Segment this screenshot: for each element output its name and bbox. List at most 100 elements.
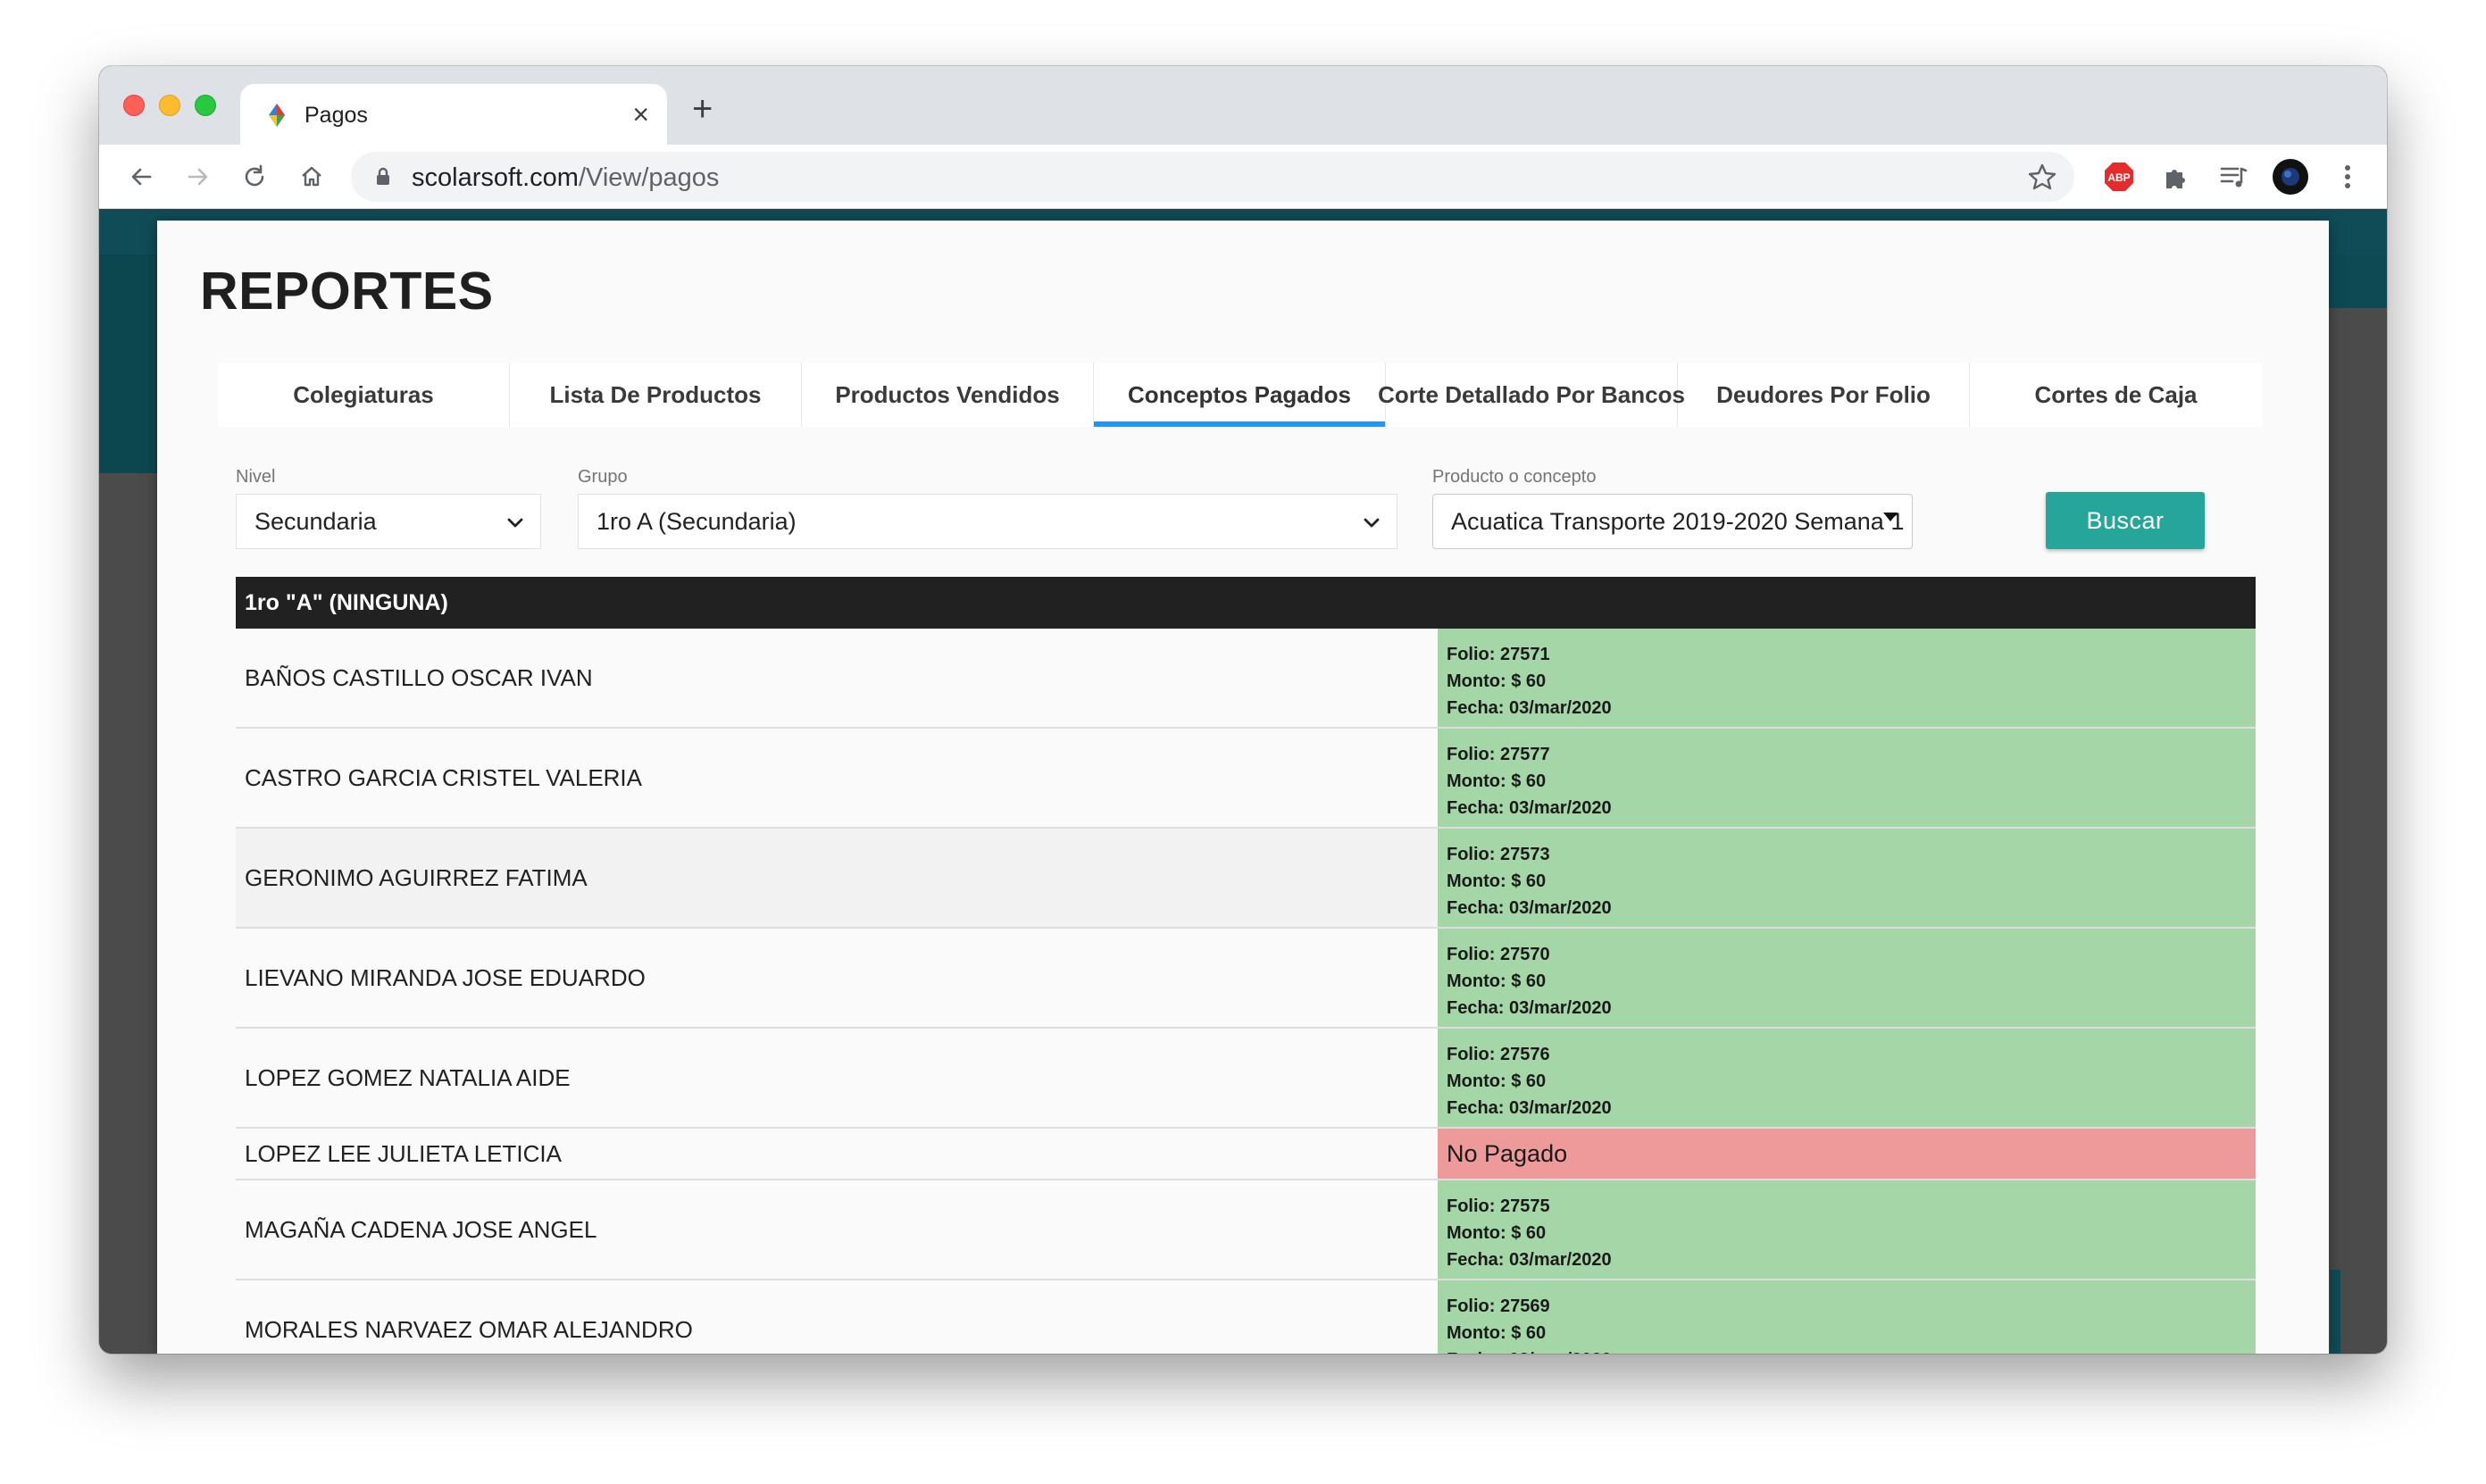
tab-conceptos-pagados[interactable]: Conceptos Pagados	[1094, 363, 1386, 427]
reload-icon[interactable]	[235, 157, 274, 196]
student-name: CASTRO GARCIA CRISTEL VALERIA	[236, 729, 1438, 827]
browser-tab-pagos[interactable]: Pagos ×	[240, 84, 667, 145]
table-row: LOPEZ GOMEZ NATALIA AIDE Folio: 27576 Mo…	[236, 1029, 2256, 1129]
payments-table: 1ro "A" (NINGUNA) BAÑOS CASTILLO OSCAR I…	[236, 577, 2256, 1354]
monto-text: Monto: $ 60	[1447, 671, 1547, 691]
fecha-text: Fecha: 03/mar/2020	[1447, 798, 1612, 818]
address-bar[interactable]: scolarsoft.com/View/pagos	[351, 152, 2074, 202]
monto-text: Monto: $ 60	[1447, 1071, 1547, 1091]
payment-cell: Folio: 27577 Monto: $ 60 Fecha: 03/mar/2…	[1438, 729, 2256, 827]
table-row: CASTRO GARCIA CRISTEL VALERIA Folio: 275…	[236, 729, 2256, 829]
chevron-down-icon	[1364, 518, 1380, 528]
nivel-select[interactable]: Secundaria	[236, 494, 541, 549]
modal-title: REPORTES	[200, 262, 494, 321]
folio-text: Folio: 27571	[1447, 645, 1550, 664]
payment-cell: Folio: 27575 Monto: $ 60 Fecha: 03/mar/2…	[1438, 1180, 2256, 1279]
page-content: REPORTES Colegiaturas Lista De Productos…	[99, 210, 2387, 1354]
maximize-window-button[interactable]	[195, 95, 216, 116]
payment-cell: Folio: 27569 Monto: $ 60 Fecha: 03/mar/2…	[1438, 1280, 2256, 1354]
fecha-text: Fecha: 03/mar/2020	[1447, 998, 1612, 1018]
fecha-text: Fecha: 03/mar/2020	[1447, 698, 1612, 718]
producto-label: Producto o concepto	[1432, 467, 1597, 487]
app-favicon-icon	[269, 104, 285, 127]
app-background-band-right	[2324, 254, 2387, 308]
table-row: BAÑOS CASTILLO OSCAR IVAN Folio: 27571 M…	[236, 629, 2256, 729]
grupo-select[interactable]: 1ro A (Secundaria)	[578, 494, 1397, 549]
tab-cortes-de-caja[interactable]: Cortes de Caja	[1970, 363, 2262, 427]
monto-text: Monto: $ 60	[1447, 771, 1547, 791]
payment-cell: Folio: 27570 Monto: $ 60 Fecha: 03/mar/2…	[1438, 929, 2256, 1027]
folio-text: Folio: 27576	[1447, 1045, 1550, 1064]
student-name: GERONIMO AGUIRREZ FATIMA	[236, 829, 1438, 927]
folio-text: Folio: 27573	[1447, 845, 1550, 864]
bookmark-star-icon[interactable]	[2026, 161, 2058, 193]
buscar-button[interactable]: Buscar	[2046, 492, 2205, 549]
monto-text: Monto: $ 60	[1447, 1323, 1547, 1343]
browser-tab-title: Pagos	[304, 103, 368, 128]
tab-deudores-por-folio[interactable]: Deudores Por Folio	[1678, 363, 1970, 427]
fecha-text: Fecha: 03/mar/2020	[1447, 1346, 2247, 1354]
media-control-icon[interactable]	[2214, 157, 2253, 196]
menu-kebab-icon[interactable]	[2328, 157, 2367, 196]
puzzle-icon[interactable]	[2156, 157, 2196, 196]
grupo-label: Grupo	[578, 467, 628, 487]
fecha-text: Fecha: 03/mar/2020	[1447, 1250, 1612, 1270]
folio-text: Folio: 27577	[1447, 745, 1550, 764]
payment-cell: Folio: 27576 Monto: $ 60 Fecha: 03/mar/2…	[1438, 1029, 2256, 1127]
unpaid-status: No Pagado	[1438, 1129, 2256, 1179]
home-icon[interactable]	[292, 157, 331, 196]
table-row: MORALES NARVAEZ OMAR ALEJANDRO Folio: 27…	[236, 1280, 2256, 1354]
payment-cell: Folio: 27571 Monto: $ 60 Fecha: 03/mar/2…	[1438, 629, 2256, 727]
table-row: GERONIMO AGUIRREZ FATIMA Folio: 27573 Mo…	[236, 829, 2256, 929]
close-window-button[interactable]	[123, 95, 145, 116]
folio-text: Folio: 27569	[1447, 1296, 1550, 1316]
chevron-down-icon	[507, 518, 523, 528]
student-name: LOPEZ GOMEZ NATALIA AIDE	[236, 1029, 1438, 1127]
folio-text: Folio: 27575	[1447, 1196, 1550, 1216]
nivel-value: Secundaria	[254, 507, 377, 535]
svg-text:ABP: ABP	[2107, 171, 2130, 184]
group-header: 1ro "A" (NINGUNA)	[236, 577, 2256, 629]
monto-text: Monto: $ 60	[1447, 971, 1547, 991]
table-row: MAGAÑA CADENA JOSE ANGEL Folio: 27575 Mo…	[236, 1180, 2256, 1280]
adblock-icon[interactable]: ABP	[2099, 157, 2139, 196]
browser-window: Pagos × + scolarsoft.com/View/pagos ABP	[99, 66, 2387, 1354]
caret-down-icon	[1883, 513, 1898, 521]
forward-arrow-icon[interactable]	[179, 157, 218, 196]
student-name: MORALES NARVAEZ OMAR ALEJANDRO	[236, 1280, 1438, 1354]
profile-avatar[interactable]	[2271, 157, 2310, 196]
student-name: LIEVANO MIRANDA JOSE EDUARDO	[236, 929, 1438, 1027]
back-arrow-icon[interactable]	[121, 157, 161, 196]
monto-text: Monto: $ 60	[1447, 871, 1547, 891]
minimize-window-button[interactable]	[159, 95, 180, 116]
producto-value: Acuatica Transporte 2019-2020 Semana 1	[1451, 507, 1905, 535]
payment-cell: Folio: 27573 Monto: $ 60 Fecha: 03/mar/2…	[1438, 829, 2256, 927]
grupo-value: 1ro A (Secundaria)	[596, 507, 797, 535]
url-path: /View/pagos	[578, 163, 720, 192]
nivel-label: Nivel	[236, 467, 276, 487]
url-text: scolarsoft.com/View/pagos	[412, 163, 719, 193]
tab-productos-vendidos[interactable]: Productos Vendidos	[802, 363, 1094, 427]
producto-select[interactable]: Acuatica Transporte 2019-2020 Semana 1	[1432, 494, 1913, 549]
new-tab-icon[interactable]: +	[692, 91, 713, 127]
app-background-band	[99, 254, 166, 473]
tab-corte-detallado-por-bancos[interactable]: Corte Detallado Por Bancos	[1378, 363, 1685, 427]
tab-colegiaturas[interactable]: Colegiaturas	[218, 363, 510, 427]
table-row: LIEVANO MIRANDA JOSE EDUARDO Folio: 2757…	[236, 929, 2256, 1029]
url-domain: scolarsoft.com	[412, 163, 579, 192]
monto-text: Monto: $ 60	[1447, 1223, 1547, 1243]
student-name: BAÑOS CASTILLO OSCAR IVAN	[236, 629, 1438, 727]
tab-strip: Pagos × +	[99, 66, 2387, 145]
reports-modal: REPORTES Colegiaturas Lista De Productos…	[157, 221, 2329, 1354]
browser-toolbar: scolarsoft.com/View/pagos ABP	[99, 145, 2387, 209]
tab-lista-de-productos[interactable]: Lista De Productos	[510, 363, 802, 427]
table-row: LOPEZ LEE JULIETA LETICIA No Pagado	[236, 1129, 2256, 1180]
student-name: LOPEZ LEE JULIETA LETICIA	[236, 1129, 1438, 1179]
close-tab-icon[interactable]: ×	[632, 98, 649, 130]
fecha-text: Fecha: 03/mar/2020	[1447, 1098, 1612, 1118]
student-name: MAGAÑA CADENA JOSE ANGEL	[236, 1180, 1438, 1279]
fecha-text: Fecha: 03/mar/2020	[1447, 898, 1612, 918]
app-accent-strip	[2330, 1270, 2340, 1354]
report-tabs: Colegiaturas Lista De Productos Producto…	[218, 363, 2263, 427]
lock-icon[interactable]	[372, 166, 394, 188]
